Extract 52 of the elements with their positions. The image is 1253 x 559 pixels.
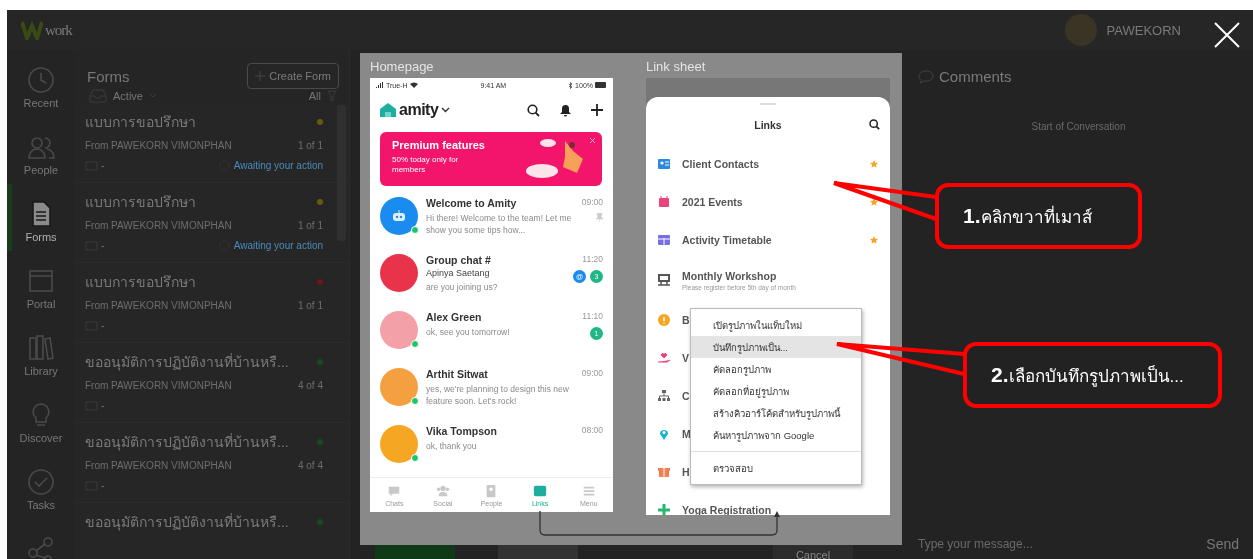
logo-text: work <box>45 21 72 39</box>
form-sender: From PAWEKORN VIMONPHAN <box>85 140 232 151</box>
banner-title: Premium features <box>392 139 486 151</box>
chat-sender: Apinya Saetang <box>426 268 491 278</box>
status-text: Awaiting your action <box>233 240 323 251</box>
form-title: แบบการขอปรึกษา <box>85 113 196 132</box>
chat-name: Vika Tompson <box>426 425 498 437</box>
conversation-start-note: Start of Conversation <box>1030 121 1127 132</box>
callout-note: 1.คลิกขวาที่เมาส์ <box>935 183 1142 249</box>
form-title: ขออนุมัติการปฏิบัติงานที่บ้านหรื... <box>85 512 289 533</box>
comments-title: Comments <box>939 68 1012 85</box>
chat-name: Welcome to Amity <box>426 197 518 209</box>
user-name: PAWEKORN <box>1106 22 1181 38</box>
due-date: - <box>101 160 105 171</box>
panel-title: Forms <box>87 67 130 85</box>
due-date: - <box>101 320 105 331</box>
step-count: 4 of 4 <box>297 460 323 471</box>
screen-label: Link sheet <box>646 59 707 76</box>
due-date: - <box>101 240 105 251</box>
chat-time: 08:00 <box>581 425 603 435</box>
form-sender: From PAWEKORN VIMONPHAN <box>85 380 232 391</box>
screen-label: Homepage <box>370 59 435 76</box>
app-name: amity <box>399 101 439 119</box>
chat-time: 09:00 <box>581 368 603 378</box>
form-title: ขออนุมัติการปฏิบัติงานที่บ้านหรื... <box>85 352 289 373</box>
step-count: 1 of 1 <box>297 300 323 311</box>
due-date: - <box>101 400 105 411</box>
form-sender: From PAWEKORN VIMONPHAN <box>85 220 232 231</box>
chat-preview: are you joining us? <box>426 281 499 294</box>
step-count: 1 of 1 <box>297 140 323 151</box>
chat-preview: ok, see you tomorrow! <box>426 326 511 339</box>
chat-preview: ok, thank you <box>426 440 478 453</box>
form-title: แบบการขอปรึกษา <box>85 273 196 292</box>
chat-time: 09:00 <box>581 197 603 207</box>
due-date: - <box>101 480 105 491</box>
status-text: Awaiting your action <box>233 160 323 171</box>
step-count: 4 of 4 <box>297 380 323 391</box>
chat-preview: Hi there! Welcome to the team! Let me show you some tips how... <box>426 212 573 237</box>
form-sender: From PAWEKORN VIMONPHAN <box>85 300 232 311</box>
chat-time: 11:20 <box>582 254 603 264</box>
chat-time: 11:10 <box>582 311 603 321</box>
callout-note: 2.เลือกบันทึกรูปภาพเป็น... <box>963 342 1222 408</box>
chat-name: Alex Green <box>426 311 483 323</box>
form-title: แบบการขอปรึกษา <box>85 193 196 212</box>
form-sender: From PAWEKORN VIMONPHAN <box>85 460 232 471</box>
form-title: ขออนุมัติการปฏิบัติงานที่บ้านหรื... <box>85 432 289 453</box>
chat-preview: yes, we're planning to design this new feature soon. Let's rock! <box>426 383 570 408</box>
step-count: 1 of 1 <box>297 220 323 231</box>
sheet-title: Links <box>754 119 782 131</box>
banner-text: 50% today only for members <box>392 155 460 175</box>
chat-name: Arthit Sitwat <box>426 368 489 380</box>
chat-name: Group chat # <box>426 254 492 266</box>
